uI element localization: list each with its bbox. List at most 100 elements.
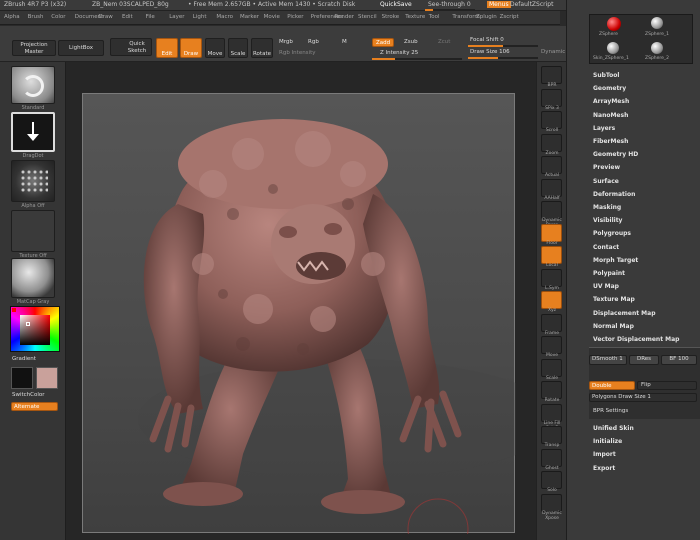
shelf-aahalf-button[interactable] [541,178,562,197]
tool-menu-arraymesh[interactable]: ArrayMesh [593,98,629,105]
double-button[interactable]: Double [589,381,635,390]
menu-macro[interactable]: Macro [216,14,233,20]
mrgb-button[interactable]: Mrgb [279,39,293,45]
shelf-floor-button[interactable] [541,223,562,242]
quick-sketch-button[interactable]: Quick Sketch [110,38,152,56]
rgb-button[interactable]: Rgb [308,39,319,45]
tool-menu-visibility[interactable]: Visibility [593,217,622,224]
tool-menu-export[interactable]: Export [593,465,615,472]
tool-menu-masking[interactable]: Masking [593,204,621,211]
zsphere-icon[interactable] [607,17,621,31]
zsphere-2-icon[interactable] [651,42,663,54]
tool-menu-preview[interactable]: Preview [593,164,620,171]
shelf-zoom-button[interactable] [541,133,562,152]
polygons-draw-size-slider[interactable]: Polygons Draw Size 1 [589,393,697,402]
shelf-scale-button[interactable] [541,358,562,377]
tool-menu-unified-skin[interactable]: Unified Skin [593,425,634,432]
tool-menu-morph-target[interactable]: Morph Target [593,257,638,264]
menus-button[interactable]: Menus [487,1,511,8]
color-square[interactable] [20,315,50,345]
alpha-button[interactable] [11,160,55,202]
bpr-settings-button[interactable]: BPR Settings [593,408,628,414]
primary-color-swatch[interactable] [11,367,33,389]
shelf-xyz-button[interactable] [541,291,562,309]
move-button[interactable]: Move [205,38,225,58]
tool-menu-polygroups[interactable]: Polygroups [593,230,631,237]
secondary-color-swatch[interactable] [36,367,58,389]
tool-menu-initialize[interactable]: Initialize [593,438,622,445]
tool-menu-displacement-map[interactable]: Displacement Map [593,310,656,317]
dragdot-stroke-button[interactable] [11,112,55,152]
color-picker[interactable] [10,306,60,352]
tool-menu-deformation[interactable]: Deformation [593,191,635,198]
focal-shift-track[interactable] [468,45,538,47]
menu-movie[interactable]: Movie [264,14,280,20]
scale-button[interactable]: Scale [228,38,248,58]
document-canvas[interactable] [82,93,558,540]
skin-zsphere-icon[interactable] [607,42,619,54]
menu-tool[interactable]: Tool [429,14,440,20]
default-zscript-button[interactable]: DefaultZScript [510,1,553,8]
z-intensity-track[interactable] [372,58,462,60]
m-button[interactable]: M [342,39,347,45]
menu-texture[interactable]: Texture [405,14,425,20]
standard-brush-button[interactable] [11,66,55,104]
gradient-button[interactable]: Gradient [12,356,36,362]
draw-button[interactable]: Draw [180,38,202,58]
tool-menu-surface[interactable]: Surface [593,178,619,185]
flip-button[interactable]: Flip [637,381,697,390]
rgb-intensity-slider[interactable]: Rgb Intensity [279,50,316,56]
tool-menu-uv-map[interactable]: UV Map [593,283,619,290]
material-button[interactable] [11,258,55,298]
draw-size-slider[interactable]: Draw Size 106 [470,49,510,55]
tool-menu-fibermesh[interactable]: FiberMesh [593,138,628,145]
z-intensity-slider[interactable]: Z Intensity 25 [380,50,418,56]
tool-menu-import[interactable]: Import [593,451,616,458]
menu-brush[interactable]: Brush [28,14,44,20]
shelf-frame-button[interactable] [541,313,562,332]
tool-menu-polypaint[interactable]: Polypaint [593,270,625,277]
menu-light[interactable]: Light [193,14,207,20]
shelf-dynamic-xpose-button[interactable] [541,493,562,512]
zsphere-1-icon[interactable] [651,17,663,29]
tool-menu-subtool[interactable]: SubTool [593,72,619,79]
shelf-local-button[interactable] [541,246,562,264]
bf-slider[interactable]: BF 100 [661,355,697,365]
menu-picker[interactable]: Picker [287,14,303,20]
shelf-bpr-button[interactable] [541,66,562,84]
dynamic-button[interactable]: Dynamic [541,49,565,55]
tool-menu-layers[interactable]: Layers [593,125,615,132]
creature-model[interactable] [83,94,558,540]
zadd-button[interactable]: Zadd [372,38,394,47]
lightbox-button[interactable]: LightBox [58,40,104,56]
shelf-ghost-button[interactable] [541,448,562,467]
shelf-transp-button[interactable] [541,426,562,444]
shelf-solo-button[interactable] [541,471,562,489]
menu-stroke[interactable]: Stroke [382,14,400,20]
tool-menu-nanomesh[interactable]: NanoMesh [593,112,628,119]
rotate-button[interactable]: Rotate [251,38,273,58]
menu-edit[interactable]: Edit [122,14,133,20]
tool-menu-vector-displacement-map[interactable]: Vector Displacement Map [593,336,679,343]
shelf-dynamic-persp-button[interactable] [541,201,562,219]
menu-zscript[interactable]: Zscript [500,14,519,20]
menu-zplugin[interactable]: Zplugin [476,14,497,20]
tool-menu-texture-map[interactable]: Texture Map [593,296,635,303]
zsub-button[interactable]: Zsub [404,39,418,45]
shelf-line-fill-polyf-button[interactable] [541,403,562,422]
menu-marker[interactable]: Marker [240,14,259,20]
shelf-rotate-button[interactable] [541,381,562,399]
shelf-spix-3-button[interactable] [541,88,562,107]
tool-menu-normal-map[interactable]: Normal Map [593,323,634,330]
dres-slider[interactable]: DRes [629,355,659,365]
see-through-slider[interactable]: See-through 0 [428,1,471,8]
menu-alpha[interactable]: Alpha [4,14,20,20]
dsmooth-slider[interactable]: DSmooth 1 [589,355,627,365]
quicksave-button[interactable]: QuickSave [380,1,412,8]
menu-layer[interactable]: Layer [169,14,184,20]
tool-menu-contact[interactable]: Contact [593,244,619,251]
tool-menu-geometry-hd[interactable]: Geometry HD [593,151,638,158]
shelf-l-sym-button[interactable] [541,268,562,287]
draw-size-track[interactable] [468,57,538,59]
texture-button[interactable] [11,210,55,252]
